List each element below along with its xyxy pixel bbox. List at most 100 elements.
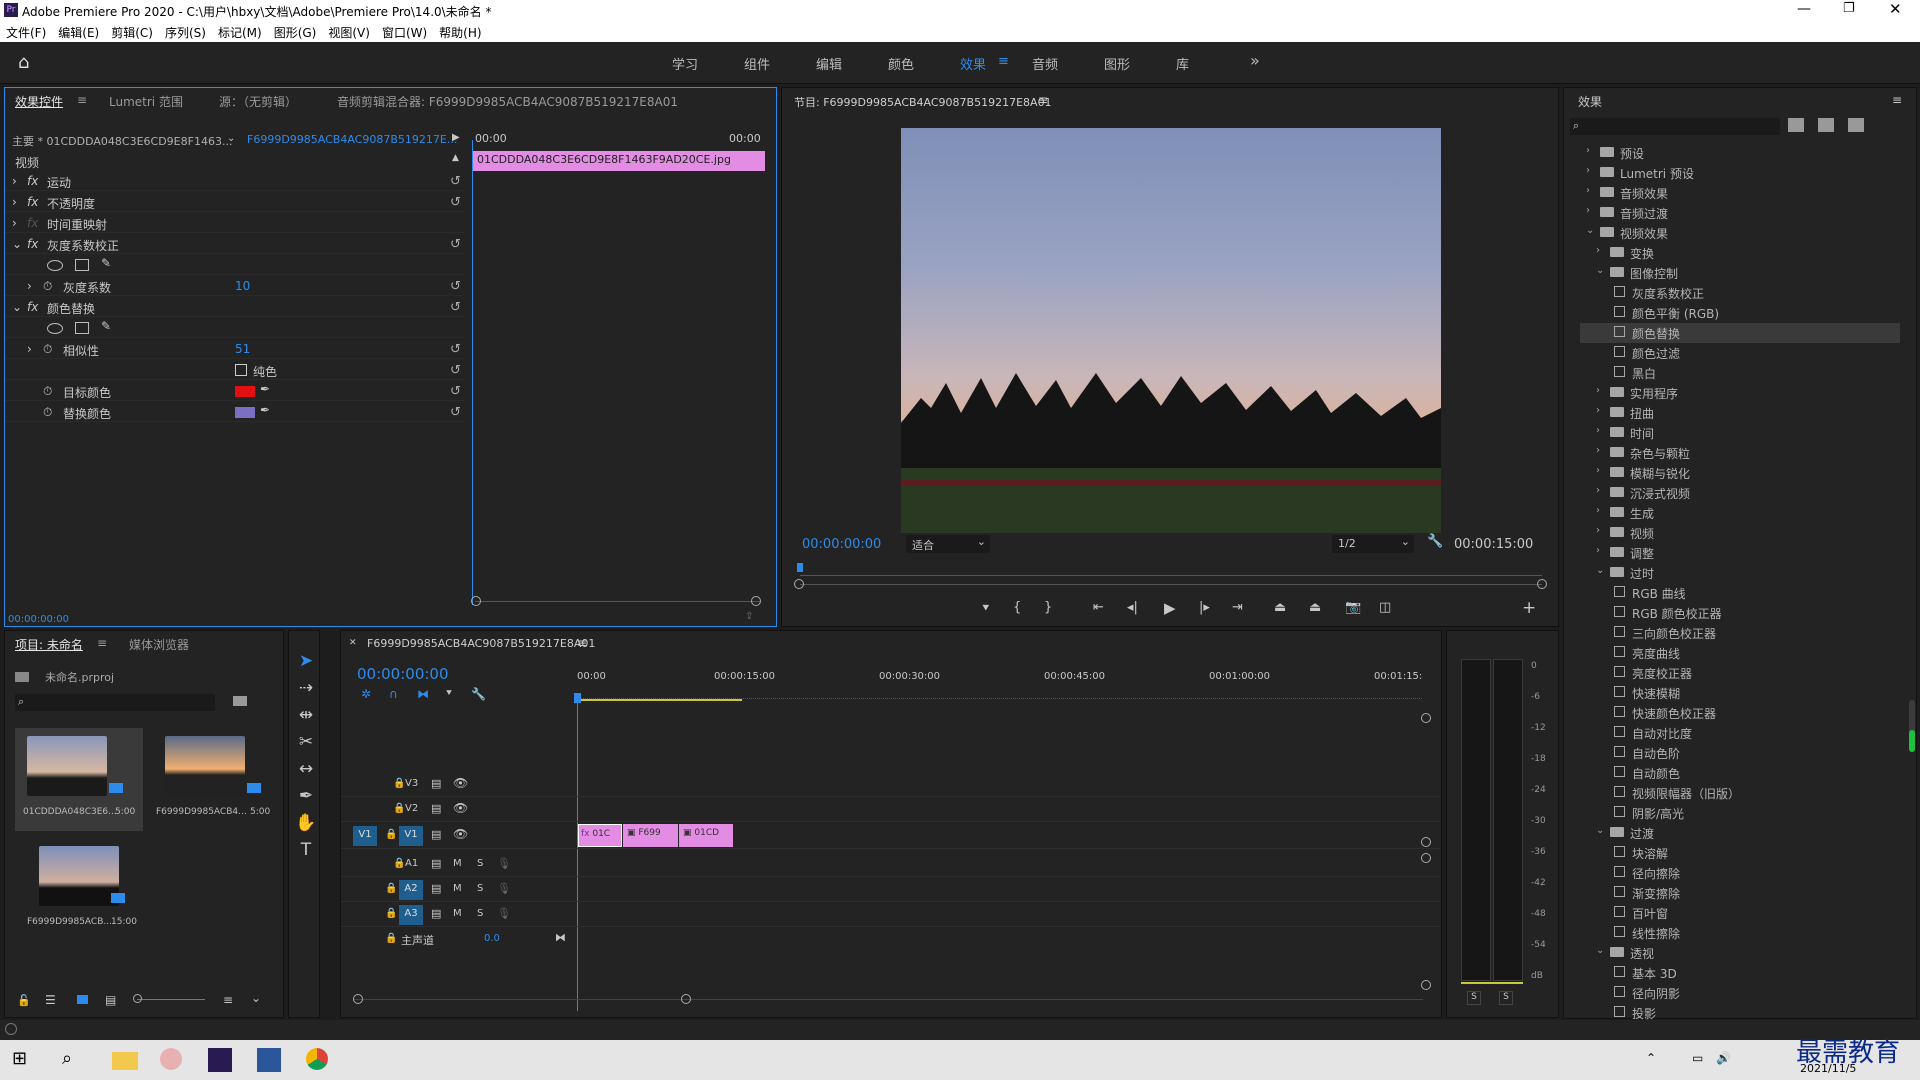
timeline-ruler[interactable]: 00:00 00:00:15:00 00:00:30:00 00:00:45:0… — [577, 661, 1437, 701]
ripple-edit-tool-icon[interactable]: ⇹ — [295, 705, 317, 727]
effect-item[interactable]: 渐变擦除 — [1580, 883, 1880, 903]
track-label[interactable]: V1 — [399, 826, 423, 846]
effects-folder[interactable]: › 视频 — [1580, 523, 1880, 543]
add-marker-icon[interactable]: ⯆ — [981, 601, 991, 616]
effects-folder[interactable]: › 实用程序 — [1580, 383, 1880, 403]
chevron-right-icon[interactable]: › — [1596, 445, 1600, 456]
track-label[interactable]: V3 — [405, 778, 418, 789]
effects-folder[interactable]: › 时间 — [1580, 423, 1880, 443]
effect-item[interactable]: 快速颜色校正器 — [1580, 703, 1880, 723]
wrench-icon[interactable]: 🔧 — [1427, 534, 1443, 549]
pen-mask-icon[interactable]: ✎ — [101, 319, 111, 333]
more-workspaces-icon[interactable]: » — [1250, 51, 1260, 70]
program-title[interactable]: 节目: F6999D9985ACB4AC9087B519217E8A01 — [794, 94, 1052, 110]
lift-icon[interactable]: ⏏ — [1274, 600, 1286, 615]
effects-folder[interactable]: › 生成 — [1580, 503, 1880, 523]
effect-item[interactable]: 百叶窗 — [1580, 903, 1880, 923]
timeline-playhead-head[interactable] — [574, 693, 581, 703]
premiere-taskbar-icon[interactable] — [208, 1048, 232, 1072]
add-button-icon[interactable]: + — [1522, 598, 1536, 618]
reset-icon[interactable]: ↺ — [450, 195, 464, 210]
comparison-view-icon[interactable]: ◫ — [1379, 600, 1391, 615]
home-icon[interactable]: ⌂ — [18, 52, 29, 73]
eye-icon[interactable]: 👁 — [453, 827, 468, 841]
effect-item[interactable]: RGB 颜色校正器 — [1580, 603, 1880, 623]
track-label[interactable]: A3 — [399, 905, 423, 925]
zoom-slider[interactable] — [137, 999, 205, 1000]
chevron-right-icon[interactable]: › — [1596, 545, 1600, 556]
mark-in-icon[interactable]: { — [1013, 600, 1021, 615]
effects-folder[interactable]: › 调整 — [1580, 543, 1880, 563]
lock-icon[interactable]: 🔓 — [17, 994, 31, 1007]
timeline-clip-1[interactable]: fx 01C — [578, 824, 622, 847]
tab-effect-controls[interactable]: 效果控件 — [15, 93, 63, 110]
menu-file[interactable]: 文件(F) — [0, 22, 52, 41]
lock-icon[interactable]: 🔒 — [385, 933, 397, 944]
vertical-scroll-handle[interactable] — [1421, 980, 1431, 990]
vertical-scroll-handle[interactable] — [1421, 853, 1431, 863]
chevron-right-icon[interactable]: › — [1596, 525, 1600, 536]
effect-time-remap-row[interactable]: › fx 时间重映射 — [5, 213, 465, 233]
play-icon[interactable]: ▶ — [1164, 599, 1176, 617]
pen-mask-icon[interactable]: ✎ — [101, 256, 111, 270]
menu-sequence[interactable]: 序列(S) — [159, 22, 212, 41]
extract-icon[interactable]: ⏏ — [1309, 600, 1321, 615]
chevron-right-icon[interactable]: › — [1596, 385, 1600, 396]
effect-item[interactable]: 自动色阶 — [1580, 743, 1880, 763]
effects-folder[interactable]: ⌄ 过渡 — [1580, 823, 1880, 843]
horizontal-scrollbar[interactable] — [353, 999, 1423, 1000]
sync-lock-icon[interactable]: ▤ — [431, 907, 441, 920]
effect-item[interactable]: 颜色替换 — [1580, 323, 1900, 343]
mute-button[interactable]: M — [453, 883, 462, 894]
effect-item[interactable]: 快速模糊 — [1580, 683, 1880, 703]
effect-item[interactable]: 线性擦除 — [1580, 923, 1880, 943]
sort-icon[interactable]: ≡ — [223, 993, 233, 1007]
effects-panel-title[interactable]: 效果 — [1578, 93, 1602, 110]
effects-folder[interactable]: ⌄ 透视 — [1580, 943, 1880, 963]
effects-folder[interactable]: › 音频过渡 — [1580, 203, 1880, 223]
chevron-right-icon[interactable]: › — [1596, 405, 1600, 416]
panel-menu-icon[interactable]: ≡ — [1892, 93, 1902, 107]
mic-icon[interactable]: 🎙 — [497, 882, 511, 895]
reset-icon[interactable]: ↺ — [450, 174, 464, 189]
play-only-icon[interactable]: ▶ — [452, 132, 460, 143]
effects-folder[interactable]: › 杂色与颗粒 — [1580, 443, 1880, 463]
workspace-audio[interactable]: 音频 — [1032, 54, 1058, 73]
reset-icon[interactable]: ↺ — [450, 237, 464, 252]
windows-start-icon[interactable]: ⊞ — [12, 1048, 38, 1072]
effect-motion-row[interactable]: › fx 运动 ↺ — [5, 171, 465, 191]
track-label[interactable]: A1 — [405, 858, 418, 869]
32bit-effects-icon[interactable] — [1818, 118, 1834, 132]
reset-icon[interactable]: ↺ — [450, 405, 464, 420]
new-bin-icon[interactable] — [233, 696, 247, 706]
chevron-right-icon[interactable]: › — [1586, 185, 1590, 196]
hand-tool-icon[interactable]: ✋ — [295, 813, 317, 835]
chrome-taskbar-icon[interactable] — [306, 1048, 328, 1070]
track-label[interactable]: V2 — [405, 803, 418, 814]
lock-icon[interactable]: 🔒 — [385, 908, 397, 919]
effects-folder[interactable]: ⌄ 过时 — [1580, 563, 1880, 583]
go-to-end-icon[interactable]: ⧓ — [555, 931, 566, 944]
add-marker-icon[interactable]: ⯆ — [445, 688, 453, 699]
effect-item[interactable]: 三向颜色校正器 — [1580, 623, 1880, 643]
effects-folder[interactable]: › 预设 — [1580, 143, 1880, 163]
vertical-scroll-handle[interactable] — [1421, 837, 1431, 847]
tab-menu-icon[interactable]: ≡ — [97, 636, 107, 650]
program-timecode-current[interactable]: 00:00:00:00 — [802, 537, 881, 552]
mute-button[interactable]: M — [453, 858, 462, 869]
effect-item[interactable]: 径向擦除 — [1580, 863, 1880, 883]
chevron-right-icon[interactable]: › — [1596, 245, 1600, 256]
effect-item[interactable]: 黑白 — [1580, 363, 1880, 383]
menu-window[interactable]: 窗口(W) — [376, 22, 433, 41]
icon-view-icon[interactable] — [77, 995, 88, 1004]
timeline-timecode[interactable]: 00:00:00:00 — [357, 665, 449, 683]
reset-icon[interactable]: ↺ — [450, 342, 464, 357]
mark-out-icon[interactable]: } — [1044, 600, 1052, 615]
mic-icon[interactable]: 🎙 — [497, 907, 511, 920]
effects-folder[interactable]: › 扭曲 — [1580, 403, 1880, 423]
program-scroll-bar[interactable] — [800, 584, 1542, 585]
chevron-right-icon[interactable]: › — [1596, 465, 1600, 476]
timeline-settings-icon[interactable]: 🔧 — [471, 687, 486, 701]
effect-item[interactable]: 亮度曲线 — [1580, 643, 1880, 663]
mini-playhead[interactable] — [472, 140, 473, 605]
